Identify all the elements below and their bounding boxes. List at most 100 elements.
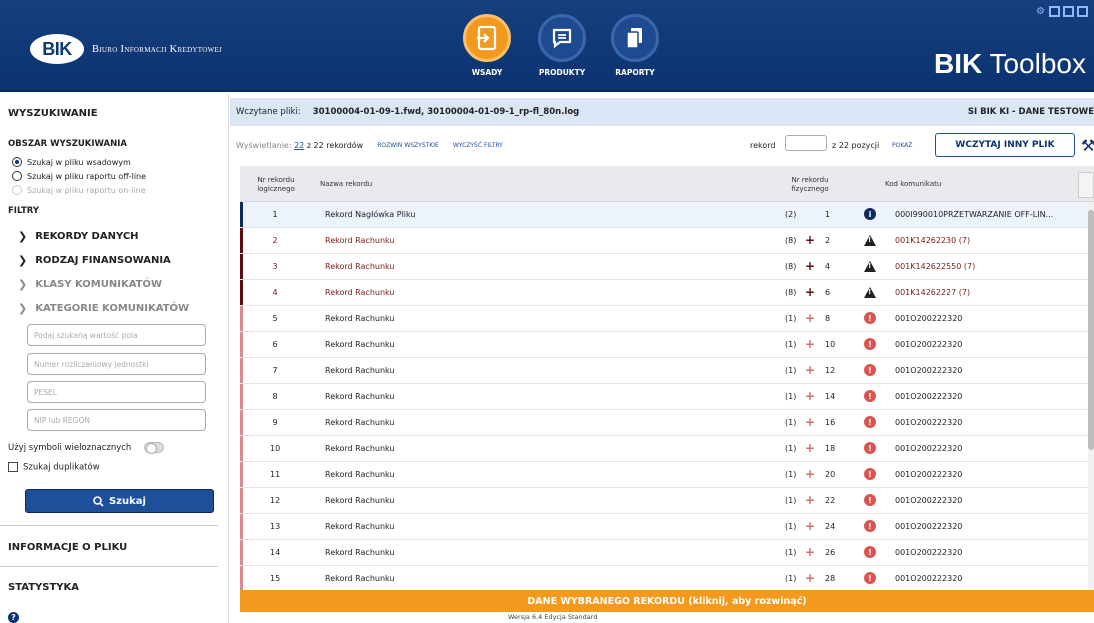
app-title: BIK Toolbox	[933, 48, 1086, 79]
vertical-scrollbar[interactable]	[1088, 202, 1094, 590]
app-header: BIK Biuro Informacji Kredytowej WSADY PR…	[0, 0, 1094, 92]
expand-plus-icon[interactable]: +	[805, 519, 815, 533]
status-bar	[240, 280, 243, 305]
table-row[interactable]: 8 Rekord Rachunku (1) +14! 001O200222320	[240, 384, 1088, 410]
table-controls: Wyświetlanie: 22 z 22 rekordów ROZWIŃ WS…	[230, 131, 1094, 159]
nip-regon-input[interactable]: NIP lub REGON	[27, 409, 206, 431]
statistics-section[interactable]: STATYSTYKA	[0, 582, 79, 593]
error-icon: !	[864, 364, 876, 376]
table-row[interactable]: 7 Rekord Rachunku (1) +12! 001O200222320	[240, 358, 1088, 384]
load-other-file-button[interactable]: WCZYTAJ INNY PLIK	[935, 133, 1075, 157]
expand-plus-icon[interactable]: +	[805, 285, 815, 299]
error-icon: !	[864, 390, 876, 402]
record-name: Rekord Rachunku	[325, 392, 395, 401]
table-row[interactable]: 6 Rekord Rachunku (1) +10! 001O200222320	[240, 332, 1088, 358]
expand-plus-icon[interactable]: +	[805, 389, 815, 403]
expand-plus-icon[interactable]: +	[805, 441, 815, 455]
nav-raporty[interactable]: RAPORTY	[605, 14, 665, 88]
expand-plus-icon[interactable]: +	[805, 233, 815, 247]
radio-batch-file[interactable]: Szukaj w pliku wsadowym	[0, 156, 229, 168]
table-row[interactable]: 15 Rekord Rachunku (1) +28! 001O200222320	[240, 566, 1088, 590]
wildcard-label: Użyj symboli wieloznacznych	[8, 443, 132, 453]
filter-financing-type[interactable]: ❯ RODZAJ FINANSOWANIA	[0, 248, 229, 272]
nav-produkty[interactable]: PRODUKTY	[532, 14, 592, 88]
maximize-icon[interactable]	[1063, 6, 1074, 17]
status-bar	[240, 228, 243, 253]
search-area-title: OBSZAR WYSZUKIWANIA	[8, 139, 127, 149]
selected-record-bar[interactable]: DANE WYBRANEGO REKORDU (kliknij, aby roz…	[240, 590, 1094, 612]
wildcard-toggle[interactable]	[144, 442, 165, 454]
field-value-input[interactable]: Podaj szukaną wartość pola	[27, 324, 206, 346]
pesel-input[interactable]: PESEL	[27, 381, 206, 403]
expand-plus-icon[interactable]: +	[805, 337, 815, 351]
info-icon: i	[864, 208, 876, 220]
show-record-link[interactable]: POKAŻ	[892, 142, 912, 149]
record-name: Rekord Rachunku	[325, 288, 395, 297]
message-count: (8)	[785, 262, 797, 271]
table-row[interactable]: 4 Rekord Rachunku (8) +6! 001K14262227 (7)	[240, 280, 1088, 306]
expand-plus-icon[interactable]: +	[805, 571, 815, 585]
error-icon: !	[864, 416, 876, 428]
expand-plus-icon[interactable]: +	[805, 311, 815, 325]
nav-label: WSADY	[471, 68, 503, 77]
filter-message-classes[interactable]: ❯ KLASY KOMUNIKATÓW	[0, 272, 229, 296]
table-row[interactable]: 5 Rekord Rachunku (1) +8! 001O200222320	[240, 306, 1088, 332]
table-row[interactable]: 11 Rekord Rachunku (1) +20! 001O200222320	[240, 462, 1088, 488]
settlement-number-input[interactable]: Numer rozliczeniowy jednostki	[27, 353, 206, 375]
duplicates-checkbox[interactable]	[8, 462, 18, 472]
message-count: (1)	[785, 548, 797, 557]
expand-plus-icon[interactable]: +	[805, 363, 815, 377]
nav-label: PRODUKTY	[538, 68, 586, 77]
table-row[interactable]: 9 Rekord Rachunku (1) +16! 001O200222320	[240, 410, 1088, 436]
expand-plus-icon[interactable]: +	[805, 415, 815, 429]
logical-number: 2	[272, 236, 278, 245]
col-logical-number[interactable]: Nr rekordu logicznego	[256, 176, 296, 194]
table-row[interactable]: 2 Rekord Rachunku (8) +2! 001K14262230 (7)	[240, 228, 1088, 254]
expand-plus-icon[interactable]: +	[805, 545, 815, 559]
col-message-code[interactable]: Kod komunikatu	[885, 180, 941, 189]
gear-icon[interactable]: ⚙	[1035, 6, 1046, 17]
minimize-icon[interactable]	[1049, 6, 1060, 17]
loaded-files-value: 30100004-01-09-1.fwd, 30100004-01-09-1_r…	[312, 107, 580, 117]
column-options-button[interactable]	[1078, 172, 1094, 198]
chevron-right-icon: ❯	[18, 253, 28, 267]
window-controls: ⚙	[1035, 6, 1088, 17]
table-row[interactable]: 1 Rekord Nagłówka Pliku (2) 1 i 000I990010PRZ…	[240, 202, 1088, 228]
table-row[interactable]: 14 Rekord Rachunku (1) +26! 001O200222320	[240, 540, 1088, 566]
close-icon[interactable]	[1077, 6, 1088, 17]
record-name: Rekord Rachunku	[325, 470, 395, 479]
table-row[interactable]: 12 Rekord Rachunku (1) +22! 001O200222320	[240, 488, 1088, 514]
nav-wsady[interactable]: WSADY	[457, 14, 517, 88]
message-count: (1)	[785, 470, 797, 479]
message-code: 001O200222320	[895, 470, 963, 479]
table-row[interactable]: 13 Rekord Rachunku (1) +24! 001O200222320	[240, 514, 1088, 540]
chevron-right-icon: ❯	[18, 229, 28, 243]
logo-mark: BIK	[30, 34, 84, 64]
physical-number: 14	[825, 392, 836, 401]
tools-icon[interactable]: ⚒	[1081, 136, 1094, 155]
expand-plus-icon[interactable]: +	[805, 259, 815, 273]
expand-all-link[interactable]: ROZWIŃ WSZYSTKIE	[377, 142, 439, 149]
duplicates-row[interactable]: Szukaj duplikatów	[8, 462, 100, 473]
expand-plus-icon[interactable]: +	[805, 467, 815, 481]
col-record-name[interactable]: Nazwa rekordu	[320, 180, 372, 189]
logical-number: 9	[272, 418, 278, 427]
logical-number: 4	[272, 288, 278, 297]
clear-filters-link[interactable]: WYCZYŚĆ FILTRY	[453, 142, 503, 149]
table-row[interactable]: 10 Rekord Rachunku (1) +18! 001O200222320	[240, 436, 1088, 462]
file-info-section[interactable]: INFORMACJE O PLIKU	[0, 542, 127, 553]
message-code: 001K14262227 (7)	[895, 288, 971, 297]
expand-plus-icon[interactable]: +	[805, 493, 815, 507]
filter-data-records[interactable]: ❯ REKORDY DANYCH	[0, 224, 229, 248]
environment-label: SI BIK KI - DANE TESTOWE	[967, 107, 1094, 117]
filter-message-categories[interactable]: ❯ KATEGORIE KOMUNIKATÓW	[0, 296, 229, 320]
radio-offline-report[interactable]: Szukaj w pliku raportu off-line	[0, 170, 229, 182]
table-row[interactable]: 3 Rekord Rachunku (8) +4! 001K142622550 (7)	[240, 254, 1088, 280]
help-icon[interactable]: ?	[8, 612, 19, 623]
search-button[interactable]: Szukaj	[25, 489, 214, 513]
col-physical-number[interactable]: Nr rekordu fizycznego	[785, 176, 835, 194]
search-icon	[93, 495, 104, 507]
loaded-files-bar: Wczytane pliki: 30100004-01-09-1.fwd, 30…	[230, 98, 1094, 126]
record-name: Rekord Rachunku	[325, 574, 395, 583]
record-number-input[interactable]	[785, 135, 827, 151]
